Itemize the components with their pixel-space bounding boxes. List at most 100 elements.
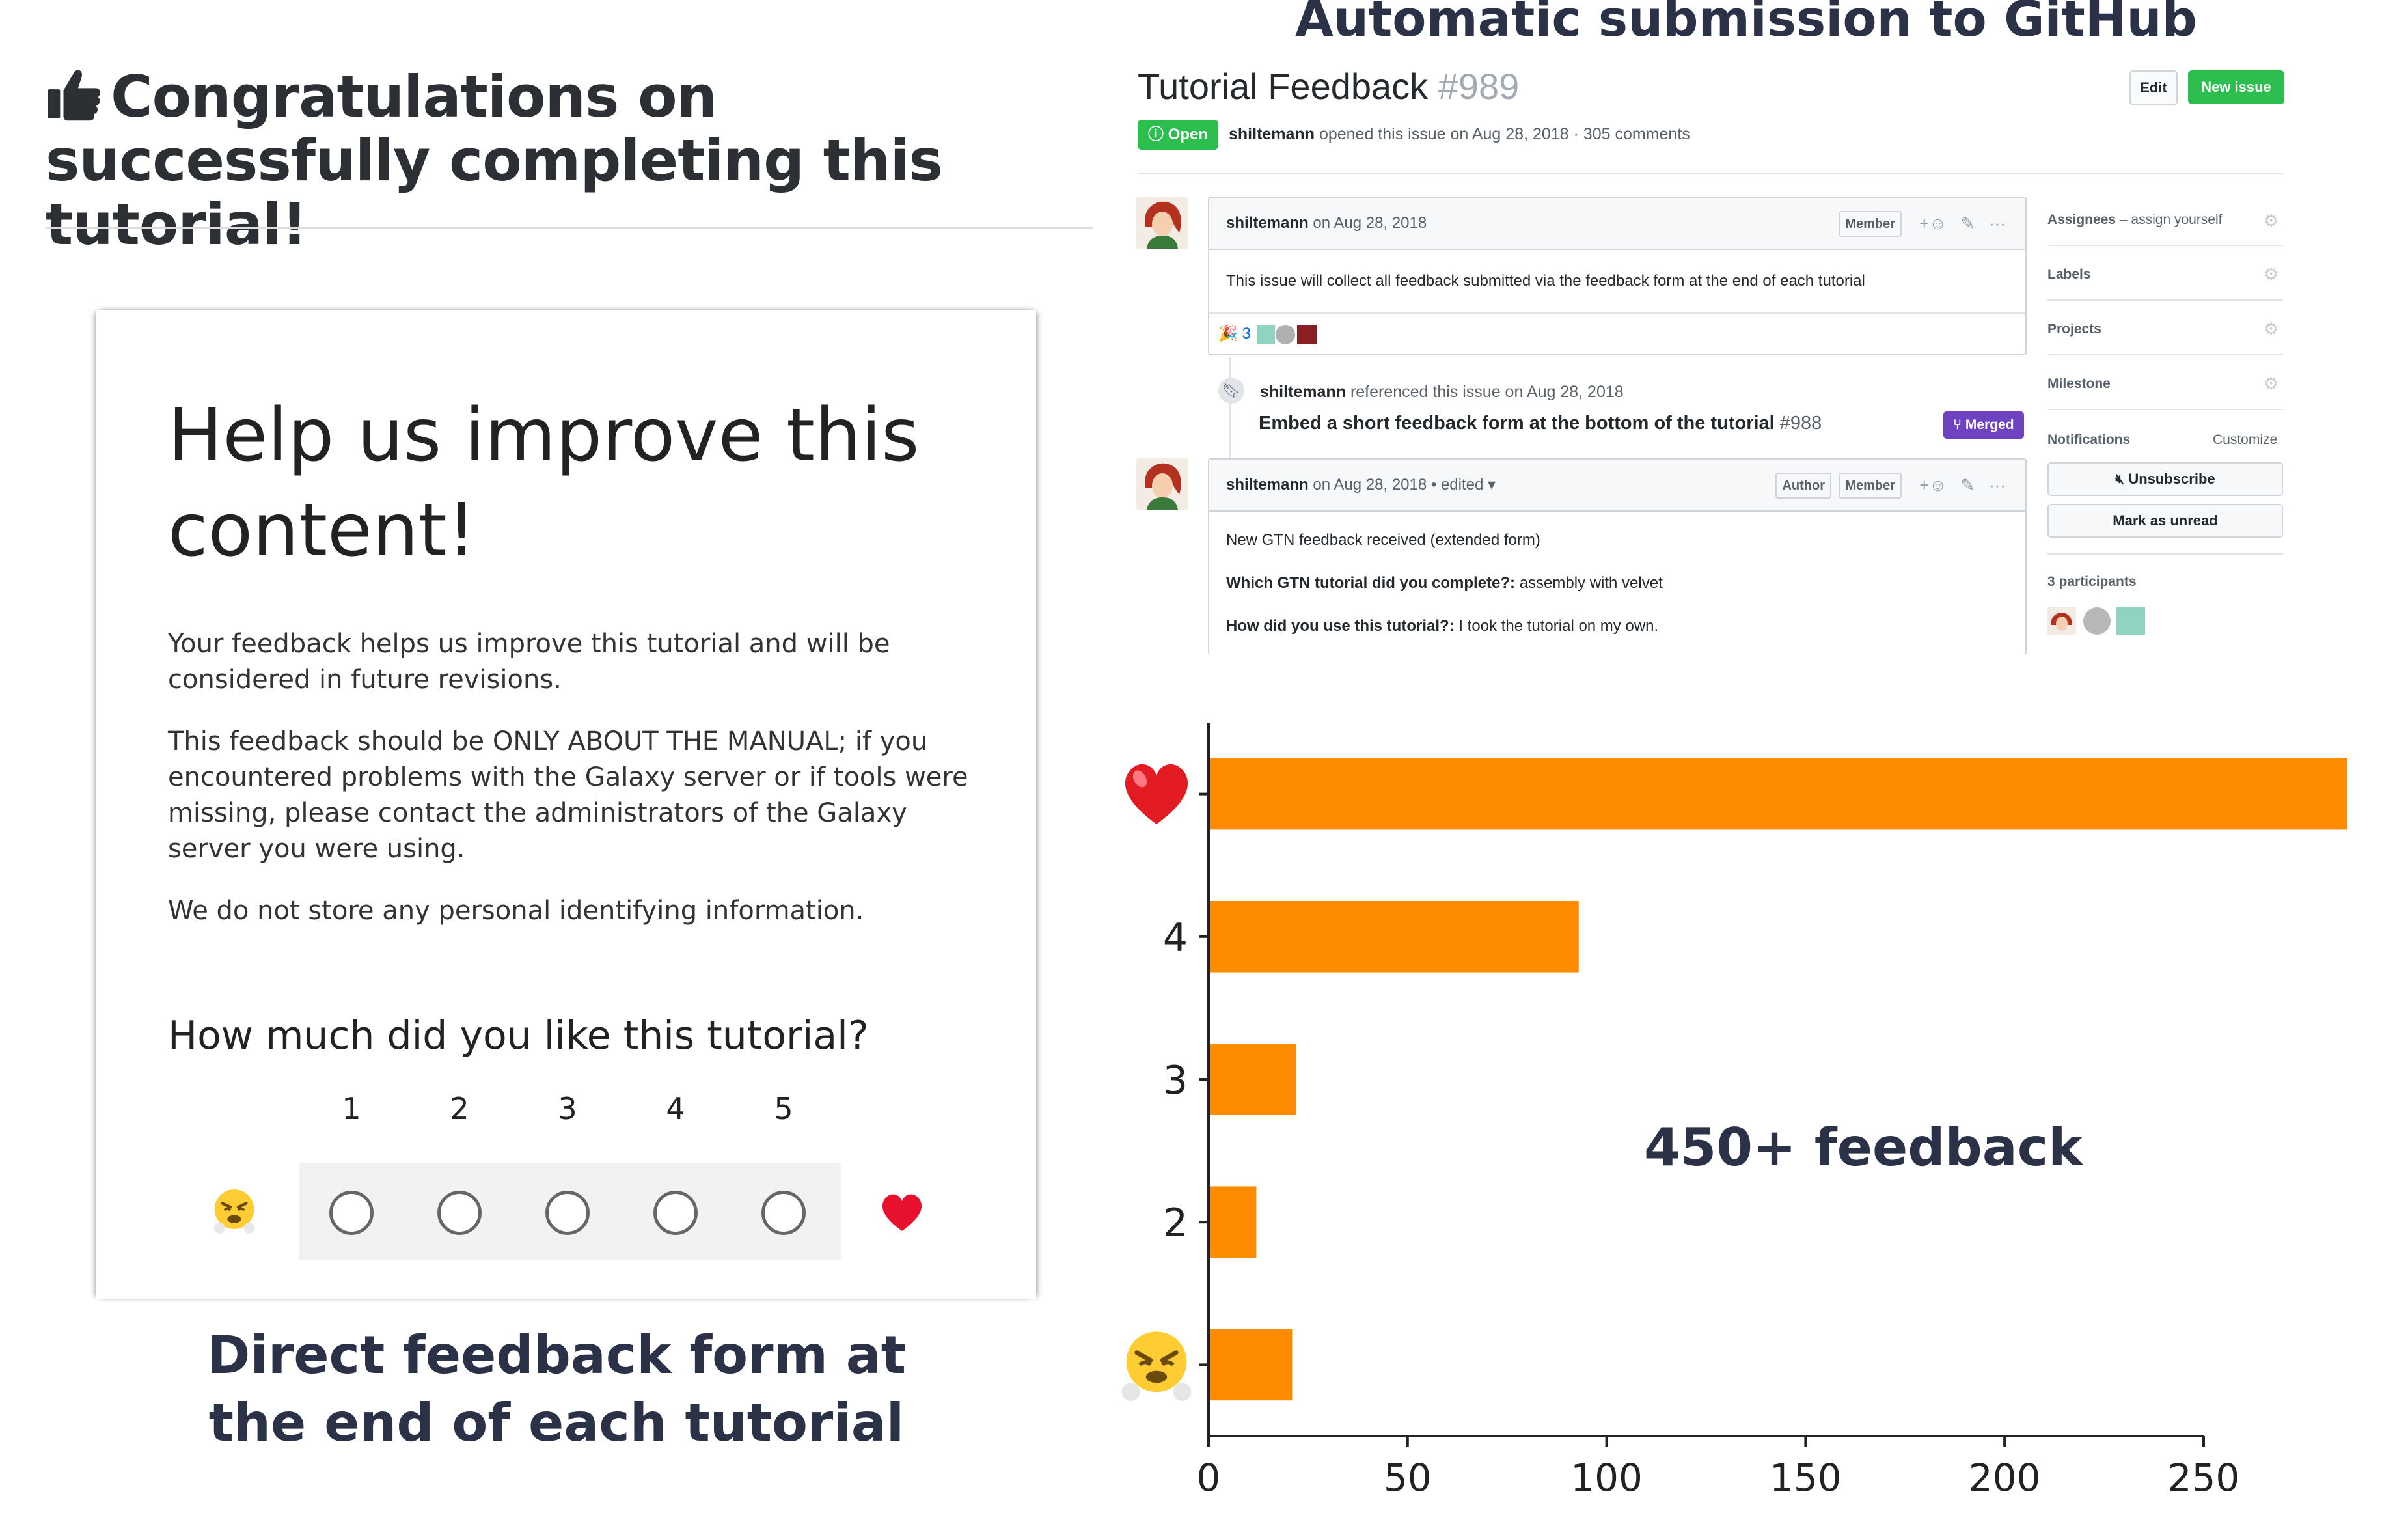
role-badge: Member bbox=[1839, 473, 1902, 499]
issue-title: Tutorial Feedback #989 bbox=[1138, 65, 1519, 107]
rating-radio-4[interactable] bbox=[653, 1191, 698, 1235]
issue-state-badge: ⓘ Open bbox=[1138, 120, 1218, 150]
gear-icon[interactable]: ⚙ bbox=[2264, 211, 2278, 231]
comment-actions: +☺ ✎ ··· bbox=[1919, 198, 2006, 249]
x-axis-ticks: 0 50 100 150 200 250 bbox=[1197, 1436, 2239, 1500]
sidebar-labels[interactable]: Labels bbox=[2047, 267, 2091, 283]
reaction-count[interactable]: 3 bbox=[1242, 325, 1251, 342]
reference-author[interactable]: shiltemann bbox=[1260, 383, 1346, 401]
sidebar-assignees-label: Assignees bbox=[2047, 212, 2116, 227]
chart-bars bbox=[1209, 758, 2347, 1401]
left-caption: Direct feedback form at the end of each … bbox=[206, 1325, 907, 1453]
sidebar-projects[interactable]: Projects bbox=[2047, 322, 2101, 337]
chart-annotation: 450+ feedback bbox=[1644, 1117, 2083, 1178]
rating-bar-chart: 0 50 100 150 200 250 2 3 4 bbox=[1121, 723, 2347, 1500]
comment-author[interactable]: shiltemann bbox=[1226, 476, 1309, 493]
comment-date[interactable]: on Aug 28, 2018 • edited ▾ bbox=[1313, 476, 1496, 493]
issue-meta: shiltemann opened this issue on Aug 28, … bbox=[1229, 125, 1690, 144]
question-answer: assembly with velvet bbox=[1519, 574, 1663, 592]
gear-icon[interactable]: ⚙ bbox=[2264, 374, 2278, 394]
more-icon[interactable]: ··· bbox=[1989, 214, 2006, 233]
rating-radio-5[interactable] bbox=[761, 1191, 806, 1235]
comment-line: How did you use this tutorial?: I took t… bbox=[1226, 617, 1658, 635]
issue-meta-text: opened this issue on Aug 28, 2018 · 305 … bbox=[1319, 125, 1690, 143]
bar-rating-1 bbox=[1209, 1329, 1293, 1401]
question-answer: I took the tutorial on my own. bbox=[1458, 617, 1659, 635]
x-tick-label: 150 bbox=[1770, 1456, 1842, 1500]
participant-avatars bbox=[2047, 607, 2145, 635]
bar-rating-5 bbox=[1209, 758, 2347, 830]
feedback-form-card: Help us improve this content! Your feedb… bbox=[96, 310, 1036, 1299]
comment-actions: +☺ ✎ ··· bbox=[1919, 460, 2006, 510]
sidebar-notifications: Notifications bbox=[2047, 432, 2131, 447]
reference-pr-title[interactable]: Embed a short feedback form at the botto… bbox=[1259, 413, 1775, 434]
pencil-icon[interactable]: ✎ bbox=[1961, 475, 1975, 495]
customize-link[interactable]: Customize bbox=[2213, 432, 2277, 448]
merged-label: Merged bbox=[1965, 417, 2014, 432]
gear-icon[interactable]: ⚙ bbox=[2264, 264, 2278, 284]
merged-badge: ⑂ Merged bbox=[1943, 411, 2024, 439]
scale-label: 3 bbox=[558, 1091, 577, 1126]
bar-rating-2 bbox=[1209, 1186, 1257, 1258]
add-reaction-icon[interactable]: +☺ bbox=[1919, 214, 1947, 233]
issue-comment: shiltemann on Aug 28, 2018 Member +☺ ✎ ·… bbox=[1208, 197, 2027, 355]
party-popper-icon[interactable]: 🎉 bbox=[1218, 325, 1238, 342]
comment-header: shiltemann on Aug 28, 2018 • edited ▾ Au… bbox=[1209, 460, 2025, 512]
scale-label: 4 bbox=[666, 1091, 685, 1126]
assign-yourself-link[interactable]: – assign yourself bbox=[2120, 212, 2223, 227]
comment-date[interactable]: on Aug 28, 2018 bbox=[1313, 214, 1427, 232]
issue-author[interactable]: shiltemann bbox=[1229, 125, 1315, 143]
divider bbox=[46, 227, 1093, 229]
scale-label: 1 bbox=[342, 1091, 361, 1126]
scale-label: 2 bbox=[450, 1091, 469, 1126]
divider bbox=[2047, 354, 2283, 355]
new-issue-button[interactable]: New issue bbox=[2188, 70, 2284, 104]
angry-face-icon bbox=[213, 1189, 255, 1234]
form-paragraph: We do not store any personal identifying… bbox=[168, 896, 864, 926]
pencil-icon[interactable]: ✎ bbox=[1961, 214, 1975, 233]
reference-text: referenced this issue on Aug 28, 2018 bbox=[1350, 383, 1624, 401]
divider bbox=[2047, 553, 2283, 555]
role-badge: Author bbox=[1775, 473, 1831, 499]
avatar[interactable] bbox=[1136, 197, 1188, 249]
x-tick-label: 0 bbox=[1197, 1456, 1221, 1500]
participants-count: 3 participants bbox=[2047, 574, 2137, 589]
form-paragraph: This feedback should be ONLY ABOUT THE M… bbox=[168, 727, 968, 864]
role-badge: Member bbox=[1839, 211, 1902, 237]
issue-state-label: Open bbox=[1168, 126, 1208, 143]
merge-icon: ⑂ bbox=[1953, 417, 1962, 432]
add-reaction-icon[interactable]: +☺ bbox=[1919, 475, 1947, 495]
comment-body: This issue will collect all feedback sub… bbox=[1209, 250, 2025, 314]
question-label: Which GTN tutorial did you complete?: bbox=[1226, 574, 1515, 592]
reference-pr-number[interactable]: #988 bbox=[1780, 413, 1822, 434]
avatar[interactable] bbox=[1136, 458, 1188, 510]
bar-rating-3 bbox=[1209, 1044, 1296, 1115]
comment-line: New GTN feedback received (extended form… bbox=[1226, 531, 1540, 549]
reference-pr-link[interactable]: Embed a short feedback form at the botto… bbox=[1259, 413, 1822, 434]
red-heart-icon bbox=[1125, 764, 1188, 824]
sidebar-milestone[interactable]: Milestone bbox=[2047, 376, 2111, 392]
x-tick-label: 100 bbox=[1570, 1456, 1643, 1500]
unsubscribe-button[interactable]: 🔇︎ Unsubscribe bbox=[2047, 462, 2283, 496]
edit-button[interactable]: Edit bbox=[2129, 70, 2178, 105]
divider bbox=[2047, 409, 2283, 410]
gear-icon[interactable]: ⚙ bbox=[2264, 319, 2278, 339]
mute-icon: 🔇︎ bbox=[2115, 471, 2125, 487]
rating-radio-3[interactable] bbox=[545, 1191, 590, 1235]
github-section-heading: Automatic submission to GitHub bbox=[1295, 0, 2197, 48]
mark-unread-button[interactable]: Mark as unread bbox=[2047, 504, 2283, 538]
thumbs-up-icon bbox=[48, 70, 100, 121]
rating-question: How much did you like this tutorial? bbox=[168, 1013, 869, 1059]
comment-author[interactable]: shiltemann bbox=[1226, 214, 1309, 232]
issue-open-icon: ⓘ bbox=[1147, 126, 1164, 143]
x-tick-label: 50 bbox=[1384, 1456, 1432, 1500]
rating-radio-2[interactable] bbox=[437, 1191, 482, 1235]
comment-line: Which GTN tutorial did you complete?: as… bbox=[1226, 574, 1663, 592]
reactor-avatars bbox=[1256, 324, 1317, 344]
sidebar-assignees[interactable]: Assignees – assign yourself bbox=[2047, 212, 2223, 228]
issue-comment: shiltemann on Aug 28, 2018 • edited ▾ Au… bbox=[1208, 458, 2027, 655]
issue-number: #989 bbox=[1438, 66, 1520, 107]
divider bbox=[2047, 299, 2283, 301]
more-icon[interactable]: ··· bbox=[1989, 475, 2006, 495]
rating-radio-1[interactable] bbox=[329, 1191, 374, 1235]
